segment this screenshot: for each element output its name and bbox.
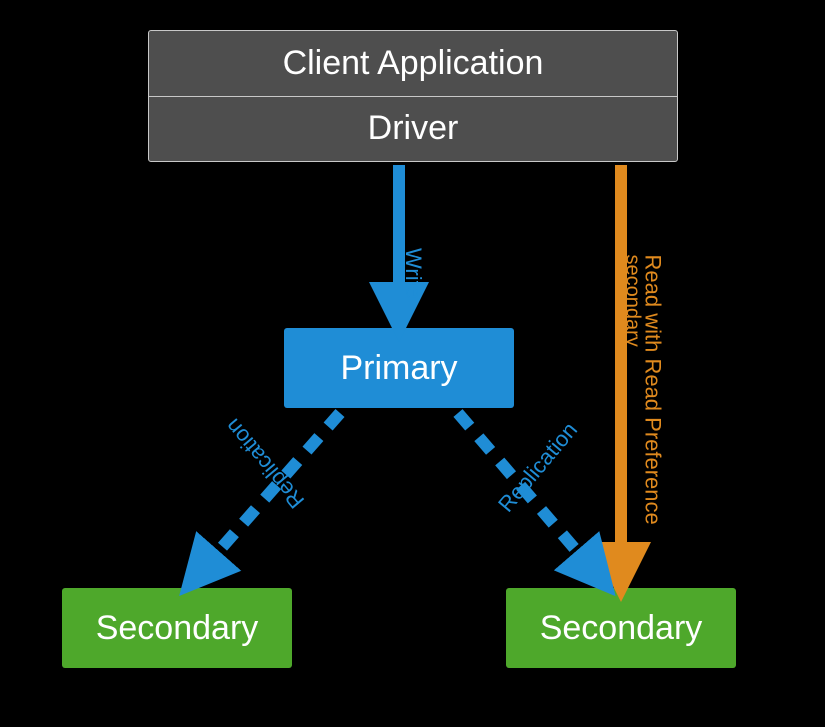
client-application-label: Client Application [149, 32, 677, 97]
replication-left-label: Replication [220, 413, 310, 513]
write-label: Write [400, 248, 426, 299]
read-label-line1: Read with Read Preference [641, 255, 666, 525]
diagram-canvas: Client Application Driver Primary Second… [0, 0, 825, 727]
read-label: Read with Read Preference secondary [621, 255, 666, 525]
primary-box: Primary [284, 328, 514, 408]
secondary-right-label: Secondary [540, 609, 703, 648]
client-application-box: Client Application Driver [148, 30, 678, 162]
secondary-right-box: Secondary [506, 588, 736, 668]
primary-label: Primary [340, 349, 457, 388]
replication-right-label: Replication [493, 417, 583, 517]
driver-label: Driver [149, 97, 677, 161]
replication-left-arrow [195, 413, 340, 578]
secondary-left-box: Secondary [62, 588, 292, 668]
secondary-left-label: Secondary [96, 609, 259, 648]
